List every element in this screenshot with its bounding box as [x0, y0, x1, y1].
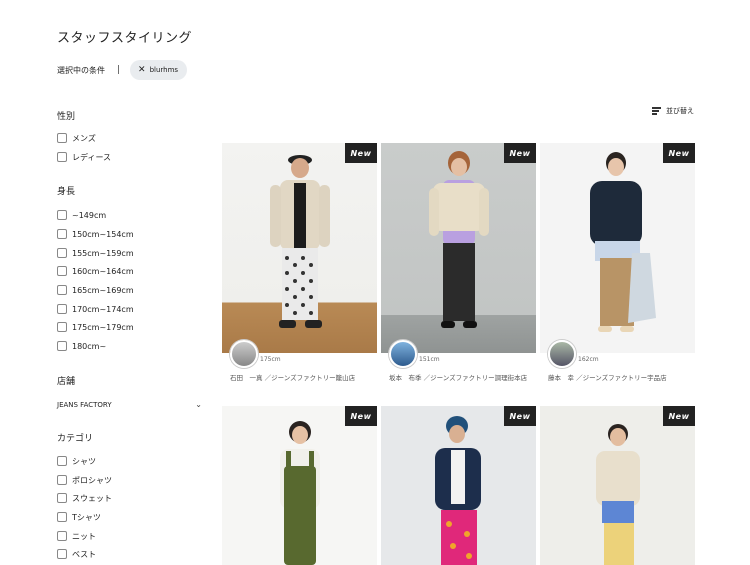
checkbox[interactable] [57, 229, 67, 239]
filter-category-option[interactable]: ベスト [57, 547, 96, 561]
checkbox-label: ベスト [72, 549, 97, 559]
person-figure [270, 155, 330, 328]
staff-height: 151cm [419, 356, 440, 363]
new-badge: New [663, 406, 695, 426]
checkbox[interactable] [57, 456, 67, 466]
checkbox-label: 180cm~ [72, 341, 107, 351]
filter-height-option[interactable]: 180cm~ [57, 339, 106, 353]
filter-category-option[interactable]: Tシャツ [57, 510, 101, 524]
checkbox[interactable] [57, 248, 67, 258]
filter-category-option[interactable]: シャツ [57, 454, 96, 468]
filter-height-option[interactable]: 165cm~169cm [57, 283, 134, 297]
staff-height: 175cm [260, 356, 281, 363]
filter-category-option[interactable]: ニット [57, 529, 96, 543]
checkbox[interactable] [57, 475, 67, 485]
styling-photo[interactable]: New [222, 406, 377, 565]
filter-height-option[interactable]: ~149cm [57, 208, 106, 222]
checkbox[interactable] [57, 322, 67, 332]
checkbox[interactable] [57, 341, 67, 351]
condition-chip-label: blurhms [149, 66, 179, 74]
person-figure [435, 416, 481, 565]
staff-name-store[interactable]: 石田 一真 ／ジーンズファクトリー籠山店 [230, 373, 380, 383]
checkbox-label: メンズ [72, 133, 96, 143]
checkbox-label: 155cm~159cm [72, 248, 134, 258]
checkbox-label: ~149cm [72, 210, 107, 220]
person-figure [429, 151, 489, 328]
filter-height-option[interactable]: 175cm~179cm [57, 320, 134, 334]
checkbox-label: シャツ [72, 456, 96, 466]
filter-gender-mens[interactable]: メンズ [57, 131, 96, 145]
filter-height-option[interactable]: 160cm~164cm [57, 264, 134, 278]
checkbox[interactable] [57, 133, 67, 143]
page-title: スタッフスタイリング [57, 31, 193, 46]
styling-photo[interactable]: New [540, 143, 695, 353]
new-badge: New [345, 406, 377, 426]
checkbox[interactable] [57, 266, 67, 276]
avatar[interactable] [548, 340, 576, 368]
filter-category-option[interactable]: スウェット [57, 491, 112, 505]
checkbox-label: 170cm~174cm [72, 304, 134, 314]
new-badge: New [663, 143, 695, 163]
checkbox-label: 150cm~154cm [72, 229, 134, 239]
styling-photo[interactable]: New [222, 143, 377, 353]
new-badge: New [504, 406, 536, 426]
filter-height-option[interactable]: 155cm~159cm [57, 246, 134, 260]
checkbox-label: 160cm~164cm [72, 266, 134, 276]
checkbox[interactable] [57, 531, 67, 541]
separator: | [117, 65, 121, 75]
person-figure [280, 421, 320, 565]
checkbox-label: 165cm~169cm [72, 285, 134, 295]
checkbox[interactable] [57, 152, 67, 162]
checkbox[interactable] [57, 304, 67, 314]
sort-button[interactable]: 並び替え [652, 106, 694, 116]
styling-photo[interactable]: New [381, 143, 536, 353]
filter-height-option[interactable]: 170cm~174cm [57, 302, 134, 316]
checkbox-label: レディース [72, 152, 112, 162]
selected-conditions: 選択中の条件 | ✕ blurhms [57, 60, 188, 80]
filter-store-title: 店舗 [57, 377, 76, 387]
selected-conditions-label: 選択中の条件 [57, 65, 105, 75]
filter-height-title: 身長 [57, 187, 76, 197]
person-figure [596, 424, 640, 565]
condition-chip[interactable]: ✕ blurhms [130, 60, 188, 80]
filter-category-title: カテゴリ [57, 434, 94, 444]
checkbox-label: ポロシャツ [72, 475, 112, 485]
staff-name-store[interactable]: 藤本 幸 ／ジーンズファクトリー宇品店 [548, 373, 698, 383]
store-select[interactable]: JEANS FACTORY ⌄ [57, 400, 202, 409]
checkbox-label: スウェット [72, 493, 112, 503]
sort-label: 並び替え [666, 107, 694, 115]
checkbox[interactable] [57, 549, 67, 559]
filter-gender-title: 性別 [57, 112, 76, 122]
new-badge: New [504, 143, 536, 163]
store-select-value: JEANS FACTORY [57, 400, 112, 409]
filter-gender-ladies[interactable]: レディース [57, 150, 111, 164]
checkbox[interactable] [57, 493, 67, 503]
avatar[interactable] [389, 340, 417, 368]
avatar[interactable] [230, 340, 258, 368]
styling-photo[interactable]: New [540, 406, 695, 565]
checkbox-label: Tシャツ [72, 512, 101, 522]
person-figure [590, 152, 656, 332]
staff-name-store[interactable]: 坂本 布季 ／ジーンズファクトリー調理街本店 [389, 373, 539, 383]
checkbox[interactable] [57, 512, 67, 522]
new-badge: New [345, 143, 377, 163]
chevron-down-icon: ⌄ [195, 400, 202, 409]
staff-height: 162cm [578, 356, 599, 363]
filter-category-option[interactable]: ポロシャツ [57, 473, 112, 487]
sort-icon [652, 107, 662, 115]
checkbox[interactable] [57, 285, 67, 295]
styling-photo[interactable]: New [381, 406, 536, 565]
close-icon[interactable]: ✕ [138, 65, 146, 75]
filter-height-option[interactable]: 150cm~154cm [57, 227, 134, 241]
checkbox-label: 175cm~179cm [72, 322, 134, 332]
checkbox[interactable] [57, 210, 67, 220]
checkbox-label: ニット [72, 531, 96, 541]
